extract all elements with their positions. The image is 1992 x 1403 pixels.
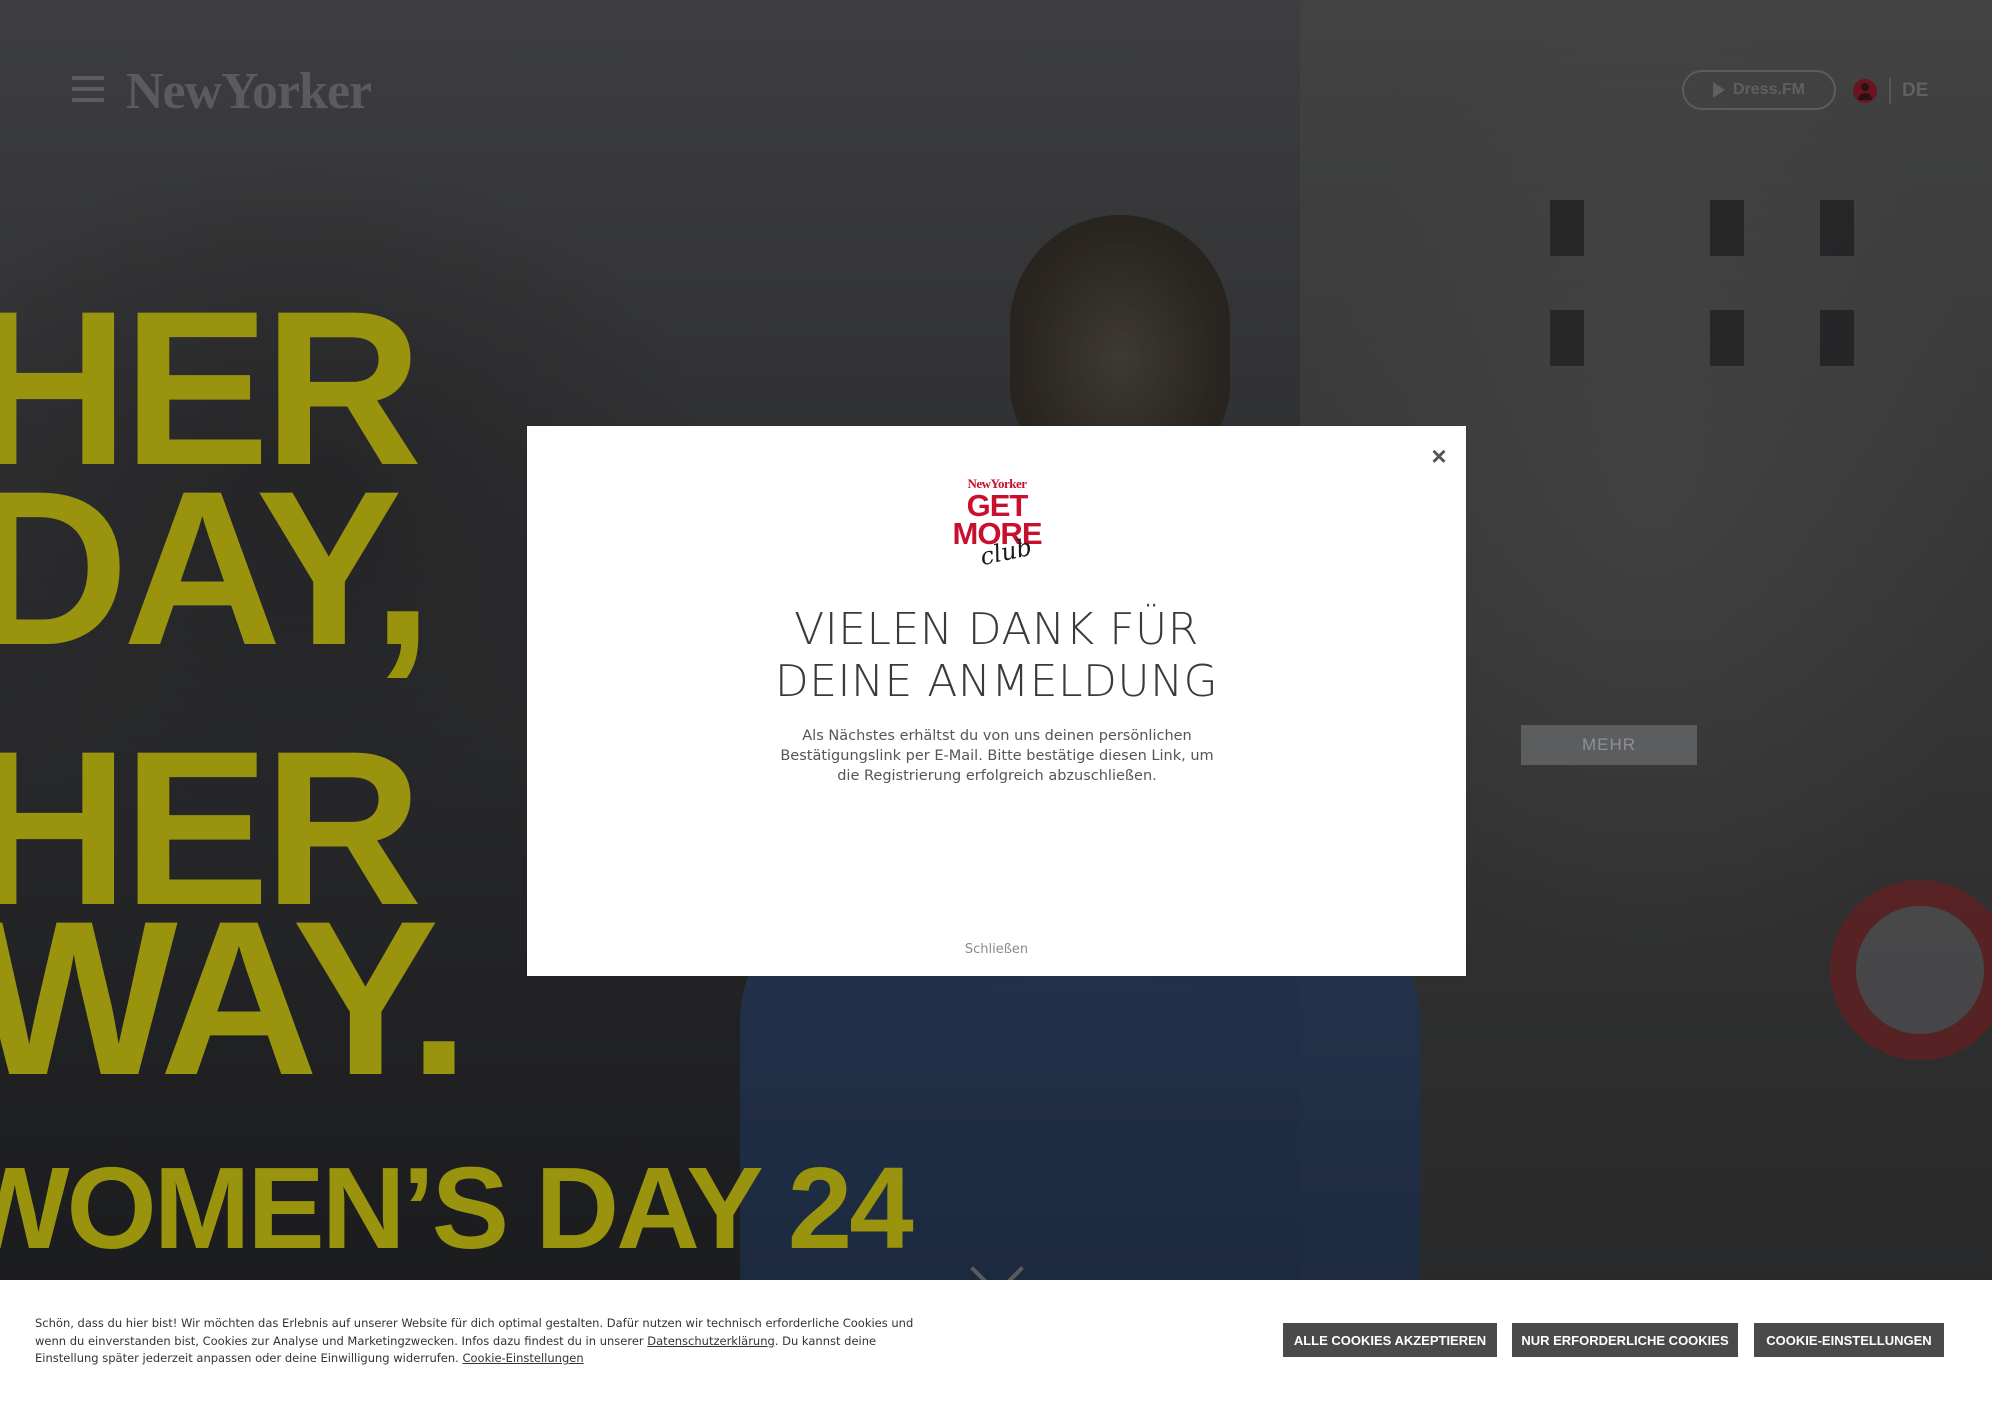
hero-headline-line-2: DAY, <box>0 445 433 691</box>
modal-body-text: Als Nächstes erhältst du von uns deinen … <box>780 728 1214 784</box>
only-required-cookies-button[interactable]: NUR ERFORDERLICHE COOKIES <box>1512 1323 1738 1357</box>
header-divider <box>1889 78 1891 104</box>
close-icon[interactable]: × <box>1427 443 1451 469</box>
more-button[interactable]: MEHR <box>1521 725 1697 765</box>
cookie-banner-text: Schön, dass du hier bist! Wir möchten da… <box>35 1315 915 1368</box>
cookie-banner: Schön, dass du hier bist! Wir möchten da… <box>0 1280 1992 1403</box>
modal-title: VIELEN DANK FÜR DEINE ANMELDUNG <box>527 604 1466 708</box>
cookie-settings-button[interactable]: COOKIE-EINSTELLUNGEN <box>1754 1323 1944 1357</box>
language-selector[interactable]: DE <box>1902 80 1928 102</box>
hero-campaign-title: WOMEN’S DAY 24 <box>0 1143 914 1273</box>
modal-title-line-1: VIELEN DANK FÜR <box>794 604 1199 655</box>
privacy-policy-link[interactable]: Datenschutzerklärung <box>647 1334 775 1348</box>
modal-close-link[interactable]: Schließen <box>527 942 1466 957</box>
modal-title-line-2: DEINE ANMELDUNG <box>774 656 1219 707</box>
dress-fm-label: Dress.FM <box>1732 81 1806 98</box>
play-icon <box>1712 82 1725 98</box>
get-more-club-logo: NewYorker GET MORE club <box>942 476 1052 586</box>
hero-headline-line-4: WAY. <box>0 875 470 1121</box>
registration-confirmation-modal: × NewYorker GET MORE club VIELEN DANK FÜ… <box>527 426 1466 976</box>
dress-fm-button[interactable]: Dress.FM <box>1682 70 1836 110</box>
new-yorker-logo[interactable]: NewYorker <box>126 62 372 121</box>
account-icon[interactable] <box>1853 79 1877 103</box>
hamburger-menu-icon[interactable] <box>72 76 104 104</box>
cookie-settings-link[interactable]: Cookie-Einstellungen <box>462 1351 583 1365</box>
accept-all-cookies-button[interactable]: ALLE COOKIES AKZEPTIEREN <box>1283 1323 1497 1357</box>
